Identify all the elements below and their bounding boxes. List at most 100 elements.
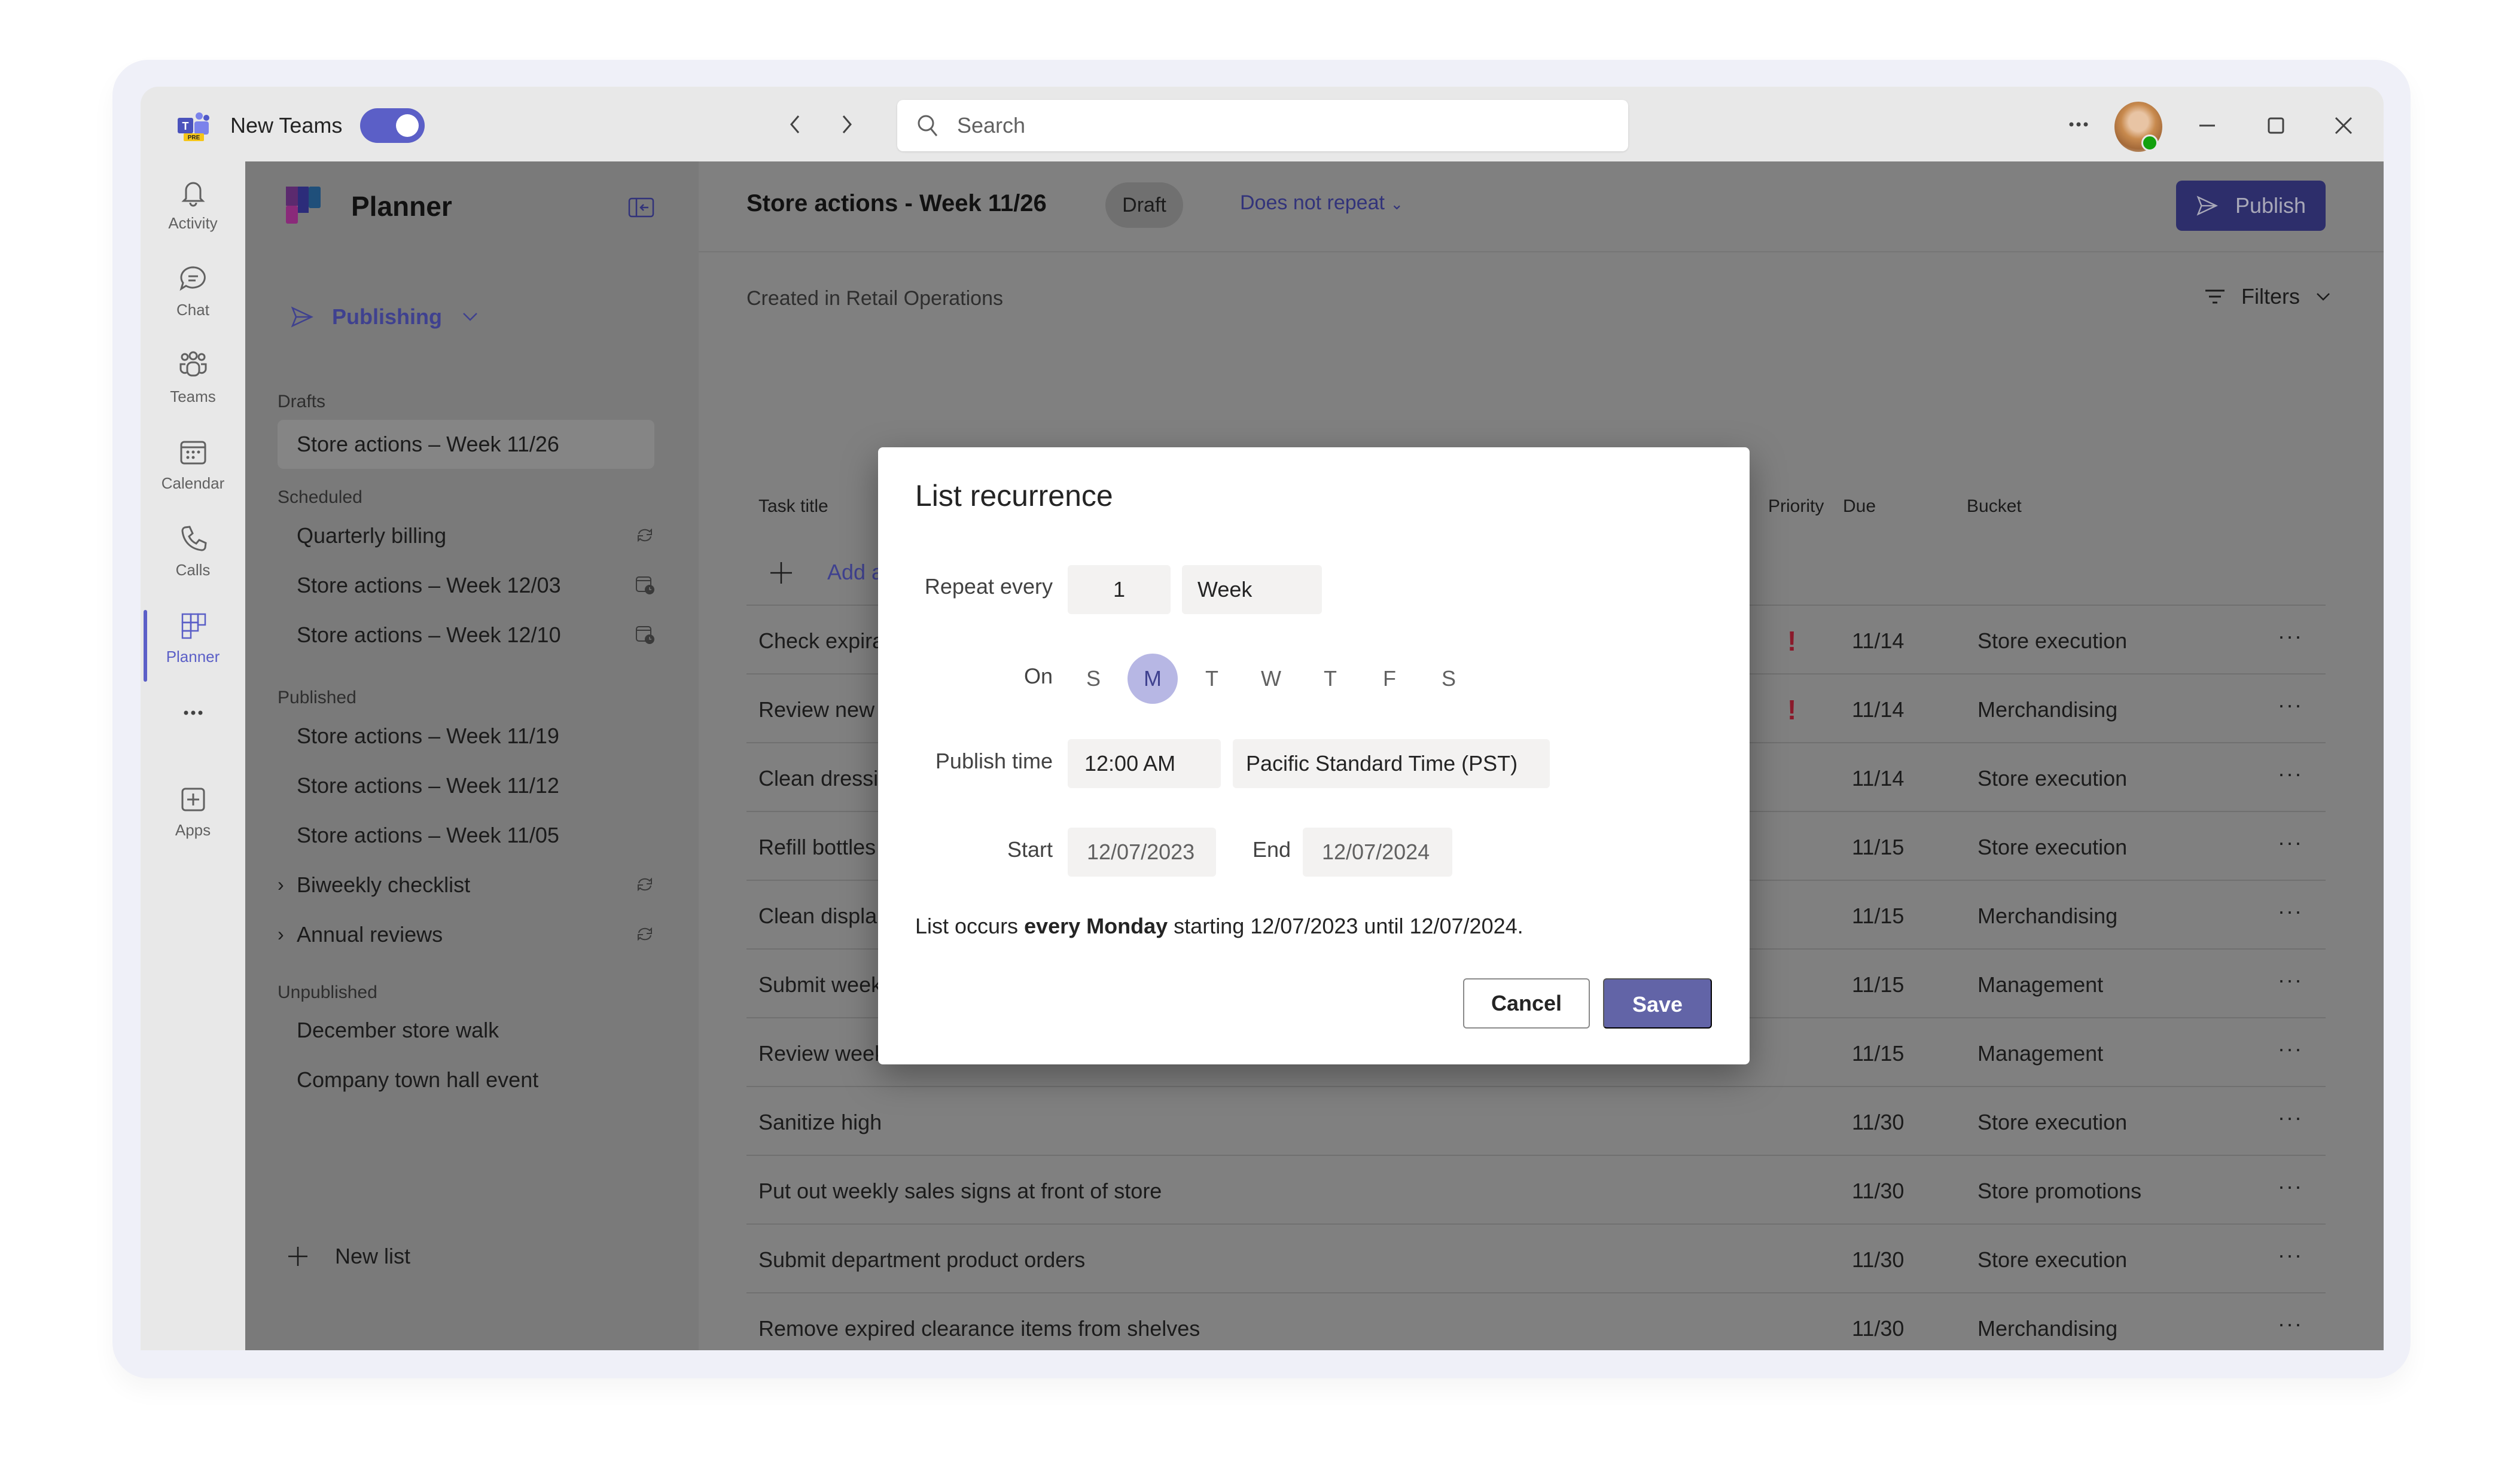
scheduled-calendar-icon [636,626,654,644]
close-icon[interactable] [2329,111,2358,141]
day-toggle[interactable]: M [1128,654,1178,704]
list-item-published[interactable]: Store actions – Week 11/12 [278,761,654,810]
row-more-icon[interactable]: ··· [2278,761,2303,786]
list-item-unpublished[interactable]: December store walk [278,1006,654,1055]
collapse-pane-icon[interactable] [628,197,654,218]
day-toggle[interactable]: W [1246,654,1296,704]
column-header-priority[interactable]: Priority [1768,496,1824,517]
rail-item-apps[interactable]: Apps [141,774,245,852]
more-icon [184,710,203,715]
start-date-input[interactable]: 12/07/2023 [1068,828,1216,877]
forward-button[interactable] [834,109,858,139]
timezone-dropdown[interactable]: Pacific Standard Time (PST) [1233,739,1550,788]
task-due-date: 11/15 [1852,835,1905,859]
rail-item-calendar[interactable]: Calendar [141,428,245,505]
back-button[interactable] [784,109,808,139]
rail-item-more[interactable] [141,688,245,736]
table-row[interactable]: Remove expired clearance items from shel… [746,1293,2326,1350]
list-item-published-group[interactable]: › Biweekly checklist [278,860,654,910]
title-bar: T PRE New Teams Search [141,87,2384,161]
day-toggle[interactable]: T [1305,654,1355,704]
table-row[interactable]: Submit department product orders 11/30 Sto… [746,1225,2326,1293]
row-more-icon[interactable]: ··· [2278,692,2303,718]
table-row[interactable]: Put out weekly sales signs at front of s… [746,1156,2326,1225]
column-header-bucket[interactable]: Bucket [1967,496,2022,517]
list-item-label: Store actions – Week 12/10 [297,622,561,647]
rail-item-chat[interactable]: Chat [141,254,245,332]
teams-icon [179,351,207,377]
day-toggle[interactable]: T [1187,654,1237,704]
phone-icon [181,526,207,551]
repeat-unit-dropdown[interactable]: Week [1182,565,1322,614]
task-bucket: Merchandising [1977,697,2118,722]
search-input[interactable]: Search [897,100,1628,151]
list-item-published-group[interactable]: › Annual reviews [278,910,654,959]
summary-prefix: List occurs [915,914,1025,938]
list-item-label: Store actions – Week 11/05 [297,823,559,847]
view-selector-label: Publishing [332,304,442,329]
cancel-button[interactable]: Cancel [1463,978,1590,1029]
list-item-published[interactable]: Store actions – Week 11/05 [278,811,654,860]
view-selector-publishing[interactable]: Publishing [290,302,480,332]
bell-icon [181,182,205,207]
rail-item-planner[interactable]: Planner [141,601,245,682]
list-header: Store actions - Week 11/26 Draft Does no… [699,161,2384,252]
toggle-knob [396,114,419,137]
new-teams-toggle[interactable] [360,108,425,143]
day-toggle[interactable]: S [1068,654,1119,704]
repeat-interval-input[interactable]: 1 [1068,565,1171,614]
list-item-scheduled[interactable]: Store actions – Week 12/10 [278,611,654,660]
publish-button[interactable]: Publish [2176,181,2326,231]
new-list-button[interactable]: New list [287,1244,410,1269]
rail-item-calls[interactable]: Calls [141,514,245,592]
repeat-dropdown[interactable]: Does not repeat ⌄ [1240,191,1403,215]
row-more-icon[interactable]: ··· [2278,624,2303,649]
filter-icon [2205,289,2225,304]
table-row[interactable]: Sanitize high 11/30 Store execution ··· [746,1087,2326,1156]
send-icon [2196,196,2218,216]
section-unpublished: Unpublished [278,982,377,1002]
day-toggle[interactable]: S [1424,654,1474,704]
chevron-right-icon [842,115,852,133]
status-badge: Draft [1105,182,1183,228]
row-more-icon[interactable]: ··· [2278,1243,2303,1268]
scheduled-calendar-icon [636,576,654,594]
column-header-title[interactable]: Task title [758,496,828,517]
chevron-right-icon[interactable]: › [278,923,284,945]
publish-time-dropdown[interactable]: 12:00 AM [1068,739,1221,788]
list-item-draft[interactable]: Store actions – Week 11/26 [278,420,654,469]
filters-button[interactable]: Filters [2203,284,2332,309]
column-header-due[interactable]: Due [1843,496,1876,517]
presence-available-icon [2141,135,2158,151]
save-button[interactable]: Save [1603,978,1712,1029]
chevron-right-icon[interactable]: › [278,874,284,896]
section-scheduled: Scheduled [278,487,362,507]
row-more-icon[interactable]: ··· [2278,1105,2303,1130]
row-more-icon[interactable]: ··· [2278,1174,2303,1199]
list-item-published[interactable]: Store actions – Week 11/19 [278,712,654,761]
end-label: End [1252,837,1291,862]
apps-icon [181,788,205,811]
send-icon [291,306,313,328]
more-options-icon[interactable] [2067,115,2091,133]
row-more-icon[interactable]: ··· [2278,830,2303,855]
task-bucket: Management [1977,1041,2104,1066]
rail-item-teams[interactable]: Teams [141,341,245,419]
rail-label: Teams [170,387,216,405]
day-toggle[interactable]: F [1364,654,1415,704]
task-title: Submit week [758,972,882,997]
summary-bold: every Monday [1024,914,1168,938]
list-item-unpublished[interactable]: Company town hall event [278,1055,654,1104]
row-more-icon[interactable]: ··· [2278,1036,2303,1061]
rail-item-activity[interactable]: Activity [141,167,245,245]
list-item-scheduled[interactable]: Quarterly billing [278,511,654,560]
row-more-icon[interactable]: ··· [2278,968,2303,993]
row-more-icon[interactable]: ··· [2278,1311,2303,1336]
row-more-icon[interactable]: ··· [2278,899,2303,924]
maximize-icon[interactable] [2261,111,2291,141]
list-recurrence-dialog: List recurrence Repeat every 1 Week On S… [878,447,1750,1064]
end-date-input[interactable]: 12/07/2024 [1303,828,1452,877]
calendar-icon [180,441,206,465]
minimize-icon[interactable] [2192,111,2222,141]
list-item-scheduled[interactable]: Store actions – Week 12/03 [278,561,654,610]
